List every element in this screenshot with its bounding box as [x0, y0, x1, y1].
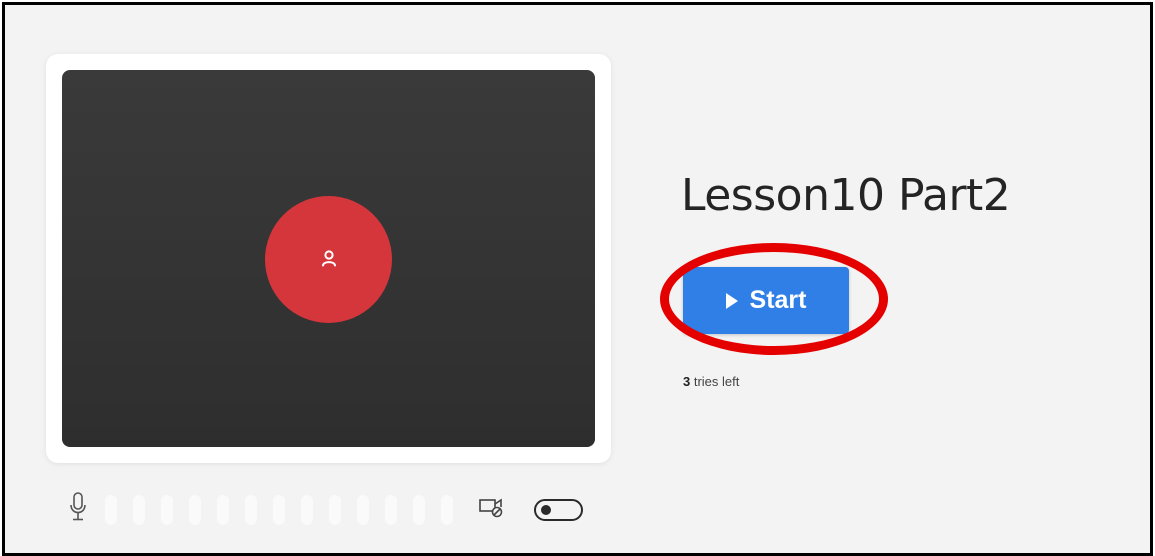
- video-preview: [62, 70, 595, 447]
- mic-level-bar: [273, 495, 285, 525]
- tries-left-text: 3 tries left: [683, 374, 739, 389]
- mic-level-bar: [441, 495, 453, 525]
- mic-level-bar: [357, 495, 369, 525]
- camera-toggle[interactable]: [534, 499, 583, 521]
- mic-level-bar: [329, 495, 341, 525]
- mic-level-bar: [217, 495, 229, 525]
- mic-level-bar: [105, 495, 117, 525]
- device-controls: [69, 489, 609, 525]
- page-frame: Lesson10 Part2 Start 3 tries left: [2, 2, 1153, 556]
- mic-level-bar: [413, 495, 425, 525]
- mic-level-bar: [385, 495, 397, 525]
- start-button[interactable]: Start: [683, 267, 849, 334]
- camera-off-icon[interactable]: [479, 497, 505, 523]
- user-icon: [320, 249, 338, 271]
- toggle-knob: [541, 505, 551, 515]
- play-icon: [725, 292, 738, 309]
- mic-level-bar: [189, 495, 201, 525]
- video-preview-card: [46, 54, 611, 463]
- start-button-label: Start: [749, 286, 807, 314]
- page-title: Lesson10 Part2: [681, 170, 1011, 221]
- mic-level-bar: [301, 495, 313, 525]
- mic-level-bar: [133, 495, 145, 525]
- microphone-icon[interactable]: [69, 491, 87, 527]
- avatar: [265, 196, 392, 323]
- mic-level-bar: [161, 495, 173, 525]
- mic-level-bar: [245, 495, 257, 525]
- tries-suffix: tries left: [690, 374, 740, 389]
